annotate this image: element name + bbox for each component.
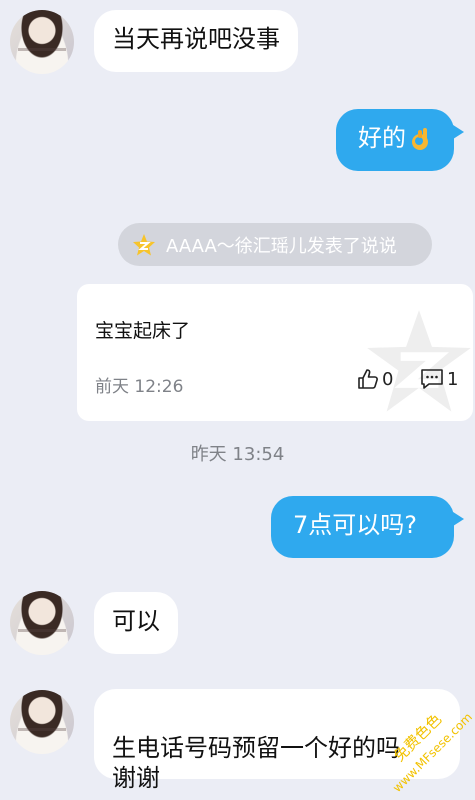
qzone-post-notice[interactable]: AAAA～徐汇瑶儿发表了说说: [118, 223, 432, 266]
message-text: 好的: [358, 124, 406, 152]
message-text: 当天再说吧没事: [112, 25, 280, 53]
contact-avatar[interactable]: [10, 10, 74, 74]
notice-text: AAAA～徐汇瑶儿发表了说说: [166, 235, 397, 257]
comment-count: 1: [447, 368, 459, 390]
site-watermark-logo: 免费色色 www.MFsese.com: [390, 710, 475, 795]
message-text: 生电话号码预留一个好的吗 谢谢: [112, 734, 400, 792]
comment-icon: [421, 369, 443, 389]
qzone-post-card[interactable]: 宝宝起床了 前天 12:26 0 1: [77, 284, 473, 421]
qzone-star-icon: [133, 233, 155, 255]
like-count: 0: [382, 368, 394, 390]
qzone-watermark-icon: [367, 310, 471, 412]
message-bubble-incoming[interactable]: 可以: [94, 592, 178, 654]
chat-window: 当天再说吧没事 好的 AAAA～徐汇瑶儿发表了说说 宝宝起床了 前天 12:26: [0, 0, 475, 800]
thumbs-up-icon: [358, 369, 378, 389]
like-button[interactable]: 0: [357, 368, 393, 390]
contact-avatar[interactable]: [10, 690, 74, 754]
message-text: 可以: [112, 607, 160, 635]
ok-hand-emoji-icon: [412, 128, 428, 150]
message-bubble-outgoing[interactable]: 7点可以吗?: [271, 496, 464, 558]
message-timestamp: 昨天 13:54: [190, 444, 285, 465]
message-bubble-outgoing[interactable]: 好的: [336, 109, 464, 171]
post-time: 前天 12:26: [95, 377, 184, 397]
message-text: 7点可以吗?: [293, 511, 418, 539]
message-bubble-incoming[interactable]: 当天再说吧没事: [94, 10, 298, 72]
comment-button[interactable]: 1: [420, 368, 458, 390]
contact-avatar[interactable]: [10, 591, 74, 655]
post-text: 宝宝起床了: [95, 320, 191, 342]
